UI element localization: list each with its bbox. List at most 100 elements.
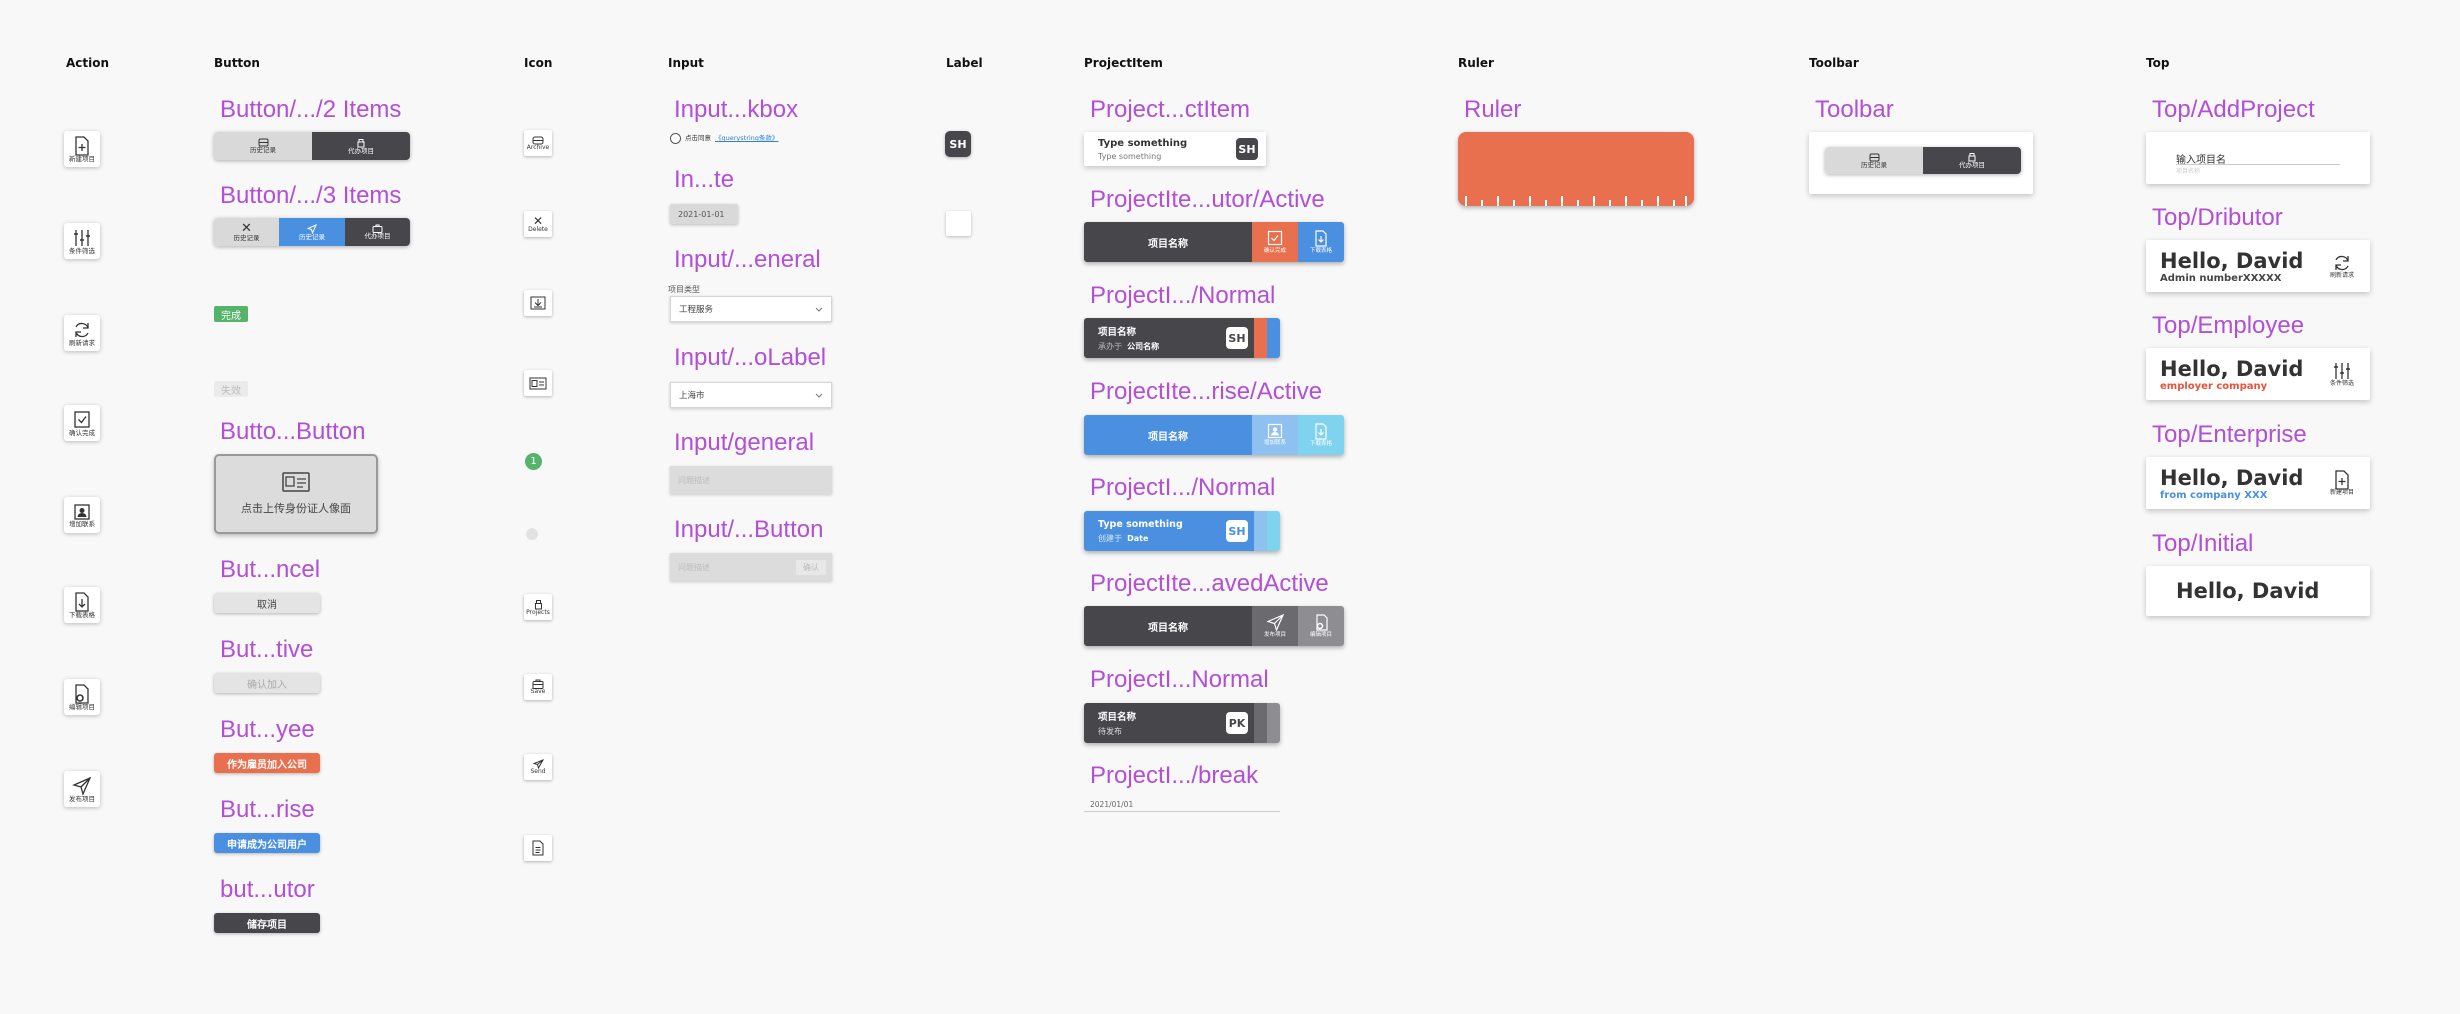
file-download-icon <box>75 592 89 612</box>
todo-button[interactable]: 代办项目 <box>312 132 410 160</box>
send-button[interactable]: 历史记录 <box>279 218 345 246</box>
project-name: Type something <box>1098 137 1188 149</box>
section-title-ruler: Ruler <box>1458 56 1494 70</box>
action-label: 下载表格 <box>1309 247 1332 254</box>
history-label: 历史记录 <box>233 234 260 243</box>
component-title: Input...kbox <box>674 96 799 123</box>
delete-icon-button[interactable]: ✕ Delete <box>524 211 552 237</box>
admin-number: Admin numberXXXXX <box>2160 272 2282 284</box>
save-icon-button[interactable]: Save <box>524 674 552 700</box>
status-strip-grey <box>1254 703 1267 743</box>
icon-label: Send <box>530 768 546 775</box>
confirm-button[interactable]: 确认 <box>796 559 826 575</box>
todo-button[interactable]: 代办项目 <box>1923 147 2021 174</box>
project-item-normal[interactable]: 项目名称 承办于 公司名称 SH <box>1084 318 1280 358</box>
join-as-employee-button[interactable]: 作为雇员加入公司 <box>214 753 320 773</box>
new-project-action[interactable]: 新建项目 <box>64 131 100 167</box>
project-item-enterprise-active[interactable]: 项目名称 增加联系 下载表格 <box>1084 415 1344 455</box>
history-button[interactable]: 历史记录 <box>214 132 312 160</box>
project-name-input[interactable]: 项目名称 <box>2176 164 2340 175</box>
publish-action[interactable]: 发布项目 <box>1252 606 1298 646</box>
confirm-action[interactable]: 确认完成 <box>64 405 100 441</box>
greeting: Hello, David <box>2176 579 2320 603</box>
project-item-card[interactable]: Type something Type something SH <box>1084 132 1266 166</box>
confirm-done-action[interactable]: 确认完成 <box>1252 222 1298 262</box>
avatar-label: SH <box>945 131 971 157</box>
select-value: 工程服务 <box>679 305 714 315</box>
download-action[interactable]: 下载表格 <box>1298 415 1344 455</box>
todo-button[interactable]: 代办项目 <box>345 218 410 246</box>
confirm-join-button[interactable]: 确认加入 <box>214 673 320 693</box>
download-box-icon <box>530 296 546 310</box>
file-gear-icon <box>75 684 89 704</box>
history-button[interactable]: 历史记录 <box>1825 147 1923 174</box>
component-title: Button/.../3 Items <box>220 182 402 209</box>
refresh-action[interactable]: 刷新请求 <box>64 315 100 351</box>
component-title: Top/Employee <box>2152 312 2305 339</box>
edit-project-action[interactable]: 编辑项目 <box>64 679 100 715</box>
refresh-action[interactable]: 刷新请求 <box>2330 253 2354 279</box>
new-project-action[interactable]: 新建项目 <box>2330 470 2354 496</box>
edit-project-action[interactable]: 编辑项目 <box>1298 606 1344 646</box>
section-title-project-item: ProjectItem <box>1084 56 1163 70</box>
filter-action[interactable]: 条件筛选 <box>2330 361 2354 387</box>
ruler-bar[interactable] <box>1458 132 1694 206</box>
section-title-input: Input <box>668 56 704 70</box>
file-download-icon <box>1315 423 1327 440</box>
project-type-select[interactable]: 工程服务 <box>670 296 832 322</box>
id-card-icon <box>529 377 547 389</box>
action-label: 发布项目 <box>1263 631 1286 638</box>
status-strip-blue <box>1267 318 1280 358</box>
download-action[interactable]: 下载表格 <box>1298 222 1344 262</box>
upload-id-button[interactable]: 点击上传身份证人像面 <box>214 454 378 534</box>
todo-label: 代办项目 <box>348 146 374 155</box>
download-action[interactable]: 下载表格 <box>64 587 100 623</box>
download-box-icon-button[interactable] <box>524 290 552 316</box>
project-name: 项目名称 <box>1098 327 1137 338</box>
created-date: Date <box>1127 533 1149 543</box>
document-icon-button[interactable] <box>524 835 552 861</box>
greeting: Hello, David <box>2160 248 2304 273</box>
project-item-normal[interactable]: 项目名称 待发布 PK <box>1084 703 1280 743</box>
description-input-with-button[interactable]: 问题描述 确认 <box>670 553 832 581</box>
action-label: 确认完成 <box>1263 247 1286 254</box>
checkbox-text: 点击同意 <box>685 134 711 143</box>
project-item-saved-active[interactable]: 项目名称 发布项目 编辑项目 <box>1084 606 1344 646</box>
city-select[interactable]: 上海市 <box>670 382 832 408</box>
projects-icon-button[interactable]: Projects <box>524 594 552 620</box>
avatar-badge: SH <box>1226 520 1248 542</box>
description-input[interactable]: 问题描述 <box>670 466 832 494</box>
add-contact-action[interactable]: 增加联系 <box>1252 415 1298 455</box>
avatar-badge: SH <box>1236 138 1258 160</box>
project-name: 项目名称 <box>1084 222 1252 262</box>
section-title-label: Label <box>946 56 983 70</box>
project-item-normal[interactable]: Type something 创建于 Date SH <box>1084 511 1280 551</box>
project-name: 项目名称 <box>1084 606 1252 646</box>
cancel-button[interactable]: 取消 <box>214 593 320 613</box>
agreement-checkbox[interactable] <box>670 133 681 144</box>
send-icon <box>72 776 92 796</box>
become-enterprise-button[interactable]: 申请成为公司用户 <box>214 833 320 853</box>
section-title-button: Button <box>214 56 260 70</box>
history-button[interactable]: ✕ 历史记录 <box>214 218 279 246</box>
send-icon-button[interactable]: Send <box>524 754 552 780</box>
archive-icon-button[interactable]: Archive <box>524 130 552 156</box>
filter-action[interactable]: 条件筛选 <box>64 223 100 259</box>
company-name: 公司名称 <box>1127 342 1160 351</box>
id-card-icon-button[interactable] <box>524 370 552 396</box>
action-label: 增加联系 <box>69 519 95 528</box>
top-employee: Hello, David employer company 条件筛选 <box>2146 348 2370 400</box>
refresh-icon <box>2335 255 2349 271</box>
add-contact-action[interactable]: 增加联系 <box>64 497 100 533</box>
component-title: ProjectI.../Normal <box>1090 474 1276 501</box>
publish-action[interactable]: 发布项目 <box>64 771 100 807</box>
project-item-distributor-active[interactable]: 项目名称 确认完成 下载表格 <box>1084 222 1344 262</box>
save-project-button[interactable]: 储存项目 <box>214 913 320 933</box>
action-label: 编辑项目 <box>1309 631 1332 638</box>
terms-link[interactable]: 《querystring条款》 <box>715 135 778 142</box>
component-title: Top/Dributor <box>2152 204 2283 231</box>
project-subtitle: Type something <box>1098 151 1162 161</box>
date-input[interactable]: 2021-01-01 <box>670 204 738 224</box>
action-label: 刷新请求 <box>2329 272 2354 279</box>
component-title: Top/Initial <box>2152 530 2254 557</box>
